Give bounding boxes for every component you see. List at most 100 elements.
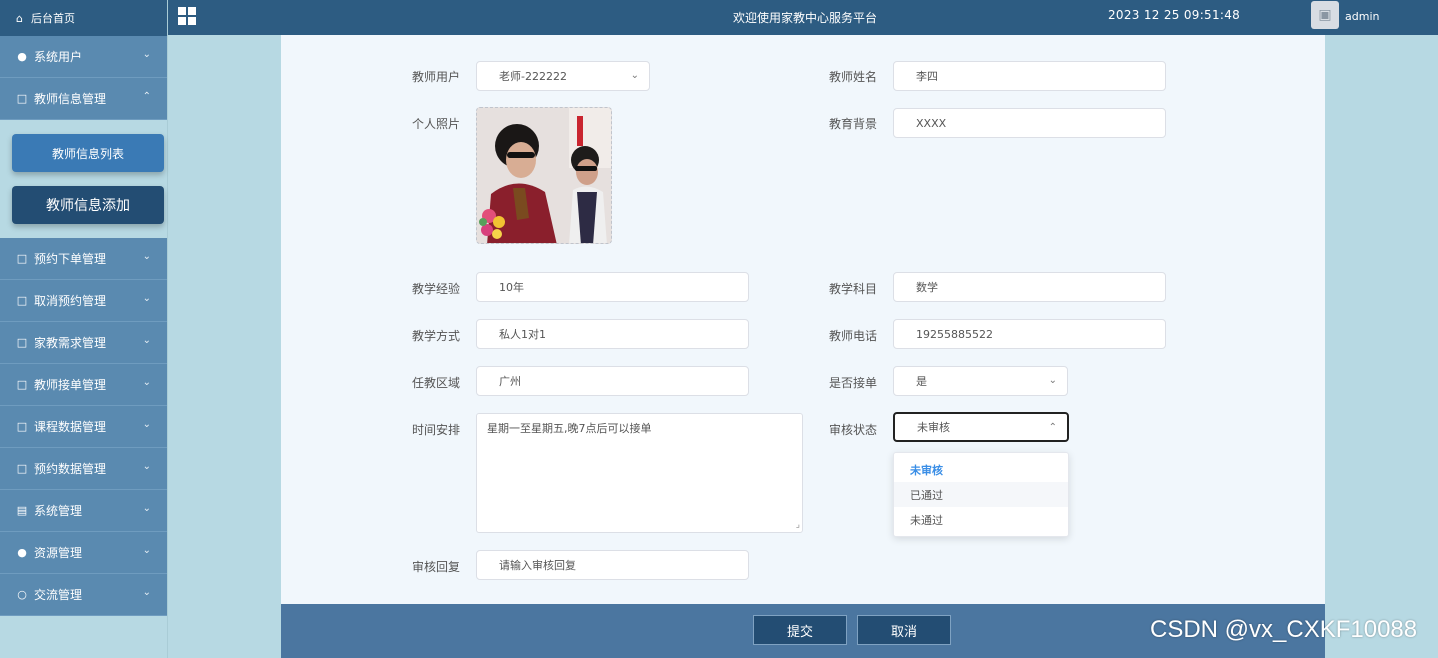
sidebar: ⌂ 后台首页 ● 系统用户 ⌄ □ 教师信息管理 ⌃ 教师信息列表 教师信息添加… — [0, 0, 168, 658]
chevron-down-icon: ⌄ — [142, 461, 151, 472]
sidebar-item-cancel-booking[interactable]: □ 取消预约管理 ⌄ — [0, 280, 167, 322]
submit-button[interactable]: 提交 — [753, 615, 847, 645]
chevron-down-icon: ⌄ — [142, 49, 151, 60]
teacher-user-label: 教师用户 — [411, 70, 460, 84]
cancel-button[interactable]: 取消 — [857, 615, 951, 645]
review-status-dropdown: 未审核 已通过 未通过 — [893, 452, 1069, 537]
chevron-down-icon: ⌄ — [142, 293, 151, 304]
review-status-value: 未审核 — [917, 421, 950, 434]
method-label: 教学方式 — [411, 329, 460, 343]
resize-handle-icon[interactable]: ⌟ — [796, 520, 800, 530]
form-area: 教师用户 老师-222222 ⌄ 教师姓名 李四 个人照片 教育背景 XXXX … — [281, 35, 1325, 604]
review-reply-placeholder: 请输入审核回复 — [499, 559, 576, 572]
teacher-name-value: 李四 — [916, 70, 938, 83]
region-value: 广州 — [499, 375, 521, 388]
watermark: CSDN @vx_CXKF10088 — [1150, 616, 1418, 643]
review-status-select[interactable]: 未审核 ⌃ — [893, 412, 1069, 442]
phone-input[interactable]: 19255885522 — [893, 319, 1166, 349]
chevron-down-icon: ⌄ — [142, 335, 151, 346]
teacher-name-label: 教师姓名 — [828, 70, 877, 84]
teacher-user-value: 老师-222222 — [499, 70, 567, 83]
doc-icon: □ — [16, 462, 28, 475]
user-icon: ● — [17, 50, 27, 63]
chevron-down-icon: ⌄ — [142, 251, 151, 262]
schedule-textarea[interactable]: 星期一至星期五,晚7点后可以接单 ⌟ — [476, 413, 803, 533]
chevron-down-icon: ⌄ — [142, 587, 151, 598]
page-title: 欢迎使用家教中心服务平台 — [733, 11, 878, 25]
review-status-label: 审核状态 — [828, 423, 877, 437]
experience-value: 10年 — [499, 281, 524, 294]
review-reply-label: 审核回复 — [411, 560, 460, 574]
chevron-down-icon: ⌄ — [142, 419, 151, 430]
chevron-down-icon: ⌄ — [142, 545, 151, 556]
sidebar-item-label: 预约下单管理 — [34, 252, 107, 266]
sidebar-item-label: 教师接单管理 — [34, 378, 107, 392]
sidebar-item-teacher-info[interactable]: □ 教师信息管理 ⌃ — [0, 78, 167, 120]
phone-label: 教师电话 — [828, 329, 877, 343]
sidebar-item-system-users[interactable]: ● 系统用户 ⌄ — [0, 36, 167, 78]
sidebar-item-communication[interactable]: ○ 交流管理 ⌄ — [0, 574, 167, 616]
sidebar-item-booking-data[interactable]: □ 预约数据管理 ⌄ — [0, 448, 167, 490]
method-input[interactable]: 私人1对1 — [476, 319, 749, 349]
chevron-up-icon: ⌃ — [142, 91, 151, 102]
teacher-name-input[interactable]: 李四 — [893, 61, 1166, 91]
chevron-down-icon: ⌄ — [1048, 375, 1057, 386]
accept-value: 是 — [916, 375, 927, 388]
sidebar-item-system-admin[interactable]: ▤ 系统管理 ⌄ — [0, 490, 167, 532]
experience-label: 教学经验 — [411, 282, 460, 296]
subject-label: 教学科目 — [828, 282, 877, 296]
dropdown-option-pending[interactable]: 未审核 — [894, 457, 1068, 482]
photo-upload[interactable] — [476, 107, 612, 244]
sidebar-item-label: 教师信息管理 — [34, 92, 107, 106]
dropdown-option-rejected[interactable]: 未通过 — [894, 507, 1068, 532]
review-reply-input[interactable]: 请输入审核回复 — [476, 550, 749, 580]
header-username[interactable]: admin — [1345, 10, 1379, 23]
sidebar-item-label: 交流管理 — [34, 588, 83, 602]
accept-select[interactable]: 是 ⌄ — [893, 366, 1068, 396]
bulb-icon: ● — [17, 546, 27, 559]
doc-icon: □ — [16, 420, 28, 433]
chat-icon: ○ — [17, 588, 27, 601]
accept-label: 是否接单 — [828, 376, 877, 390]
chart-icon: ▤ — [16, 504, 28, 517]
dropdown-option-approved[interactable]: 已通过 — [894, 482, 1068, 507]
teacher-photo-image — [477, 108, 611, 243]
sidebar-item-label: 家教需求管理 — [34, 336, 107, 350]
sidebar-item-resources[interactable]: ● 资源管理 ⌄ — [0, 532, 167, 574]
doc-icon: □ — [16, 252, 28, 265]
region-input[interactable]: 广州 — [476, 366, 749, 396]
chevron-down-icon: ⌄ — [630, 70, 639, 81]
sidebar-home[interactable]: ⌂ 后台首页 — [0, 0, 167, 36]
avatar-icon[interactable]: ▣ — [1311, 1, 1339, 29]
doc-icon: □ — [16, 336, 28, 349]
grid-menu-icon[interactable] — [178, 7, 196, 25]
sidebar-sub-teacher-add[interactable]: 教师信息添加 — [12, 186, 164, 224]
sidebar-item-tutor-demand[interactable]: □ 家教需求管理 ⌄ — [0, 322, 167, 364]
experience-input[interactable]: 10年 — [476, 272, 749, 302]
photo-label: 个人照片 — [411, 117, 460, 131]
doc-icon: □ — [16, 92, 28, 105]
header-clock: 2023 12 25 09:51:48 — [1108, 8, 1241, 22]
sidebar-item-booking[interactable]: □ 预约下单管理 ⌄ — [0, 238, 167, 280]
sidebar-item-label: 课程数据管理 — [34, 420, 107, 434]
doc-icon: □ — [16, 294, 28, 307]
method-value: 私人1对1 — [499, 328, 546, 341]
subject-input[interactable]: 数学 — [893, 272, 1166, 302]
sidebar-item-label: 系统用户 — [34, 50, 83, 64]
sidebar-sub-teacher-list[interactable]: 教师信息列表 — [12, 134, 164, 172]
education-input[interactable]: XXXX — [893, 108, 1166, 138]
sidebar-item-label: 取消预约管理 — [34, 294, 107, 308]
schedule-label: 时间安排 — [411, 423, 460, 437]
sidebar-item-label: 系统管理 — [34, 504, 83, 518]
schedule-value: 星期一至星期五,晚7点后可以接单 — [487, 422, 652, 435]
education-label: 教育背景 — [828, 117, 877, 131]
chevron-up-icon: ⌃ — [1048, 422, 1057, 433]
sidebar-item-teacher-orders[interactable]: □ 教师接单管理 ⌄ — [0, 364, 167, 406]
chevron-down-icon: ⌄ — [142, 503, 151, 514]
doc-icon: □ — [16, 378, 28, 391]
sidebar-home-label: 后台首页 — [30, 12, 75, 25]
subject-value: 数学 — [916, 281, 938, 294]
sidebar-item-course-data[interactable]: □ 课程数据管理 ⌄ — [0, 406, 167, 448]
sidebar-item-label: 资源管理 — [34, 546, 83, 560]
teacher-user-select[interactable]: 老师-222222 ⌄ — [476, 61, 650, 91]
